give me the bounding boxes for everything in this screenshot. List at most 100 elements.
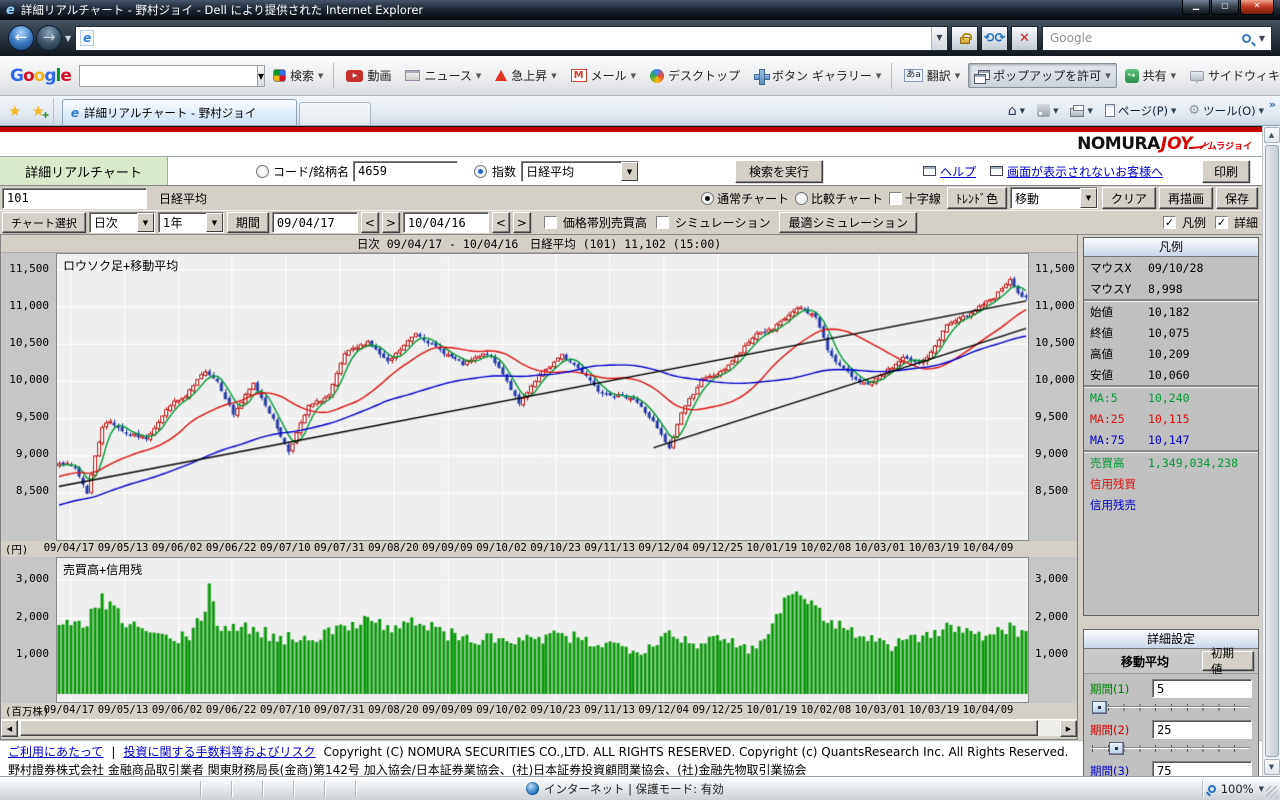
frequency-select[interactable]: 日次▼	[89, 212, 155, 233]
back-button[interactable]: ←	[8, 25, 34, 51]
date-from-input[interactable]: 09/04/17	[272, 212, 358, 233]
price-x-axis: (円) 09/04/1709/05/1309/06/0209/06/2209/0…	[1, 541, 1077, 557]
search-box[interactable]: Google ▼	[1042, 26, 1272, 51]
trend-color-button[interactable]: ﾄﾚﾝﾄﾞ色	[947, 187, 1007, 209]
crosshair-checkbox[interactable]	[889, 192, 902, 205]
chart-horizontal-scrollbar[interactable]: ◀ ▶	[1, 719, 1077, 736]
toolbar-search-input[interactable]	[79, 65, 257, 87]
print-button[interactable]: ▼	[1066, 102, 1096, 119]
price-volume-label: 価格帯別売買高	[563, 214, 647, 231]
recent-pages-dropdown[interactable]: ▼	[65, 34, 71, 43]
toolbar-overflow-chevron[interactable]: »	[1269, 98, 1276, 111]
legend-row: MA:510,240	[1084, 387, 1258, 408]
legend-checkbox[interactable]: ✓	[1163, 216, 1176, 229]
date-from-next-button[interactable]: >	[382, 212, 400, 233]
gtoolbar-button-gmail[interactable]: Mメール▼	[565, 63, 642, 88]
scroll-down-button[interactable]: ▼	[1264, 759, 1280, 775]
gtoolbar-button-share[interactable]: ↪共有▼	[1119, 63, 1182, 88]
compare-chart-radio[interactable]	[795, 192, 808, 205]
index-select[interactable]: 日経平均 ▼	[521, 161, 639, 182]
gtoolbar-button-sidewiki[interactable]: サイドウィキ▼	[1184, 63, 1280, 88]
index-radio[interactable]	[474, 165, 487, 178]
new-tab-button[interactable]	[299, 102, 371, 125]
code-field[interactable]: 101	[2, 188, 147, 209]
page-menu[interactable]: ページ(P)▼	[1101, 101, 1181, 121]
address-dropdown[interactable]: ▼	[931, 27, 947, 50]
price-volume-checkbox[interactable]	[544, 216, 557, 229]
gtoolbar-button-popup[interactable]: ポップアップを許可▼	[968, 63, 1116, 88]
param-slider[interactable]	[1092, 741, 1250, 756]
trend-select[interactable]: 移動 ▼	[1010, 187, 1098, 209]
slider-thumb[interactable]	[1092, 701, 1107, 714]
home-button[interactable]: ⌂▼	[1004, 101, 1029, 121]
favorites-star-icon[interactable]: ★	[8, 102, 21, 120]
ma-tab-label[interactable]: 移動平均	[1088, 653, 1202, 670]
feeds-button[interactable]: ▼	[1033, 102, 1062, 119]
param-input[interactable]: 25	[1152, 720, 1252, 739]
span-value: 1年	[159, 213, 206, 232]
detail-checkbox[interactable]: ✓	[1215, 216, 1228, 229]
redraw-button[interactable]: 再描画	[1159, 187, 1213, 209]
print-page-button[interactable]: 印刷	[1202, 160, 1250, 183]
chevron-down-icon: ▼	[137, 213, 154, 232]
forward-button[interactable]: →	[36, 25, 62, 51]
scrollbar-thumb[interactable]	[20, 720, 1038, 736]
risk-link[interactable]: 投資に関する手数料等およびリスク	[123, 743, 315, 760]
execute-search-button[interactable]: 検索を実行	[735, 160, 823, 183]
chart-select-button[interactable]: チャート選択	[2, 212, 86, 233]
page-vertical-scrollbar[interactable]: ▲ ▼	[1262, 126, 1280, 776]
param-input[interactable]: 5	[1152, 679, 1252, 698]
param-slider[interactable]	[1092, 700, 1250, 715]
scrollbar-thumb[interactable]	[1265, 145, 1279, 757]
date-from-prev-button[interactable]: <	[361, 212, 379, 233]
security-lock-button[interactable]	[951, 26, 978, 51]
chevron-down-icon: ▼	[206, 213, 223, 232]
close-button[interactable]: ✕	[1240, 0, 1274, 15]
date-to-next-button[interactable]: >	[513, 212, 531, 233]
index-radio-label: 指数	[492, 163, 516, 180]
display-issue-link[interactable]: 画面が表示されないお客様へ	[1007, 163, 1163, 180]
scroll-left-button[interactable]: ◀	[1, 720, 18, 737]
volume-chart[interactable]: 3,0002,0001,000 3,0002,0001,000 売買高+信用残	[1, 557, 1077, 703]
legend-value: 10,147	[1146, 433, 1190, 447]
optimal-simulation-button[interactable]: 最適シミュレーション	[779, 212, 917, 233]
gtoolbar-button-trending[interactable]: 急上昇▼	[489, 63, 562, 88]
search-dropdown[interactable]: ▼	[1259, 34, 1265, 43]
toolbar-search-dropdown[interactable]: ▼	[257, 65, 265, 87]
resize-grip[interactable]	[1266, 786, 1278, 798]
maximize-button[interactable]: ▢	[1211, 0, 1239, 15]
terms-link[interactable]: ご利用にあたって	[8, 743, 103, 760]
stop-button[interactable]: ✕	[1011, 26, 1038, 51]
save-button[interactable]: 保存	[1216, 187, 1258, 209]
gtoolbar-button-news[interactable]: ニュース▼	[399, 63, 487, 88]
price-chart[interactable]: 11,50011,00010,50010,0009,5009,0008,500 …	[1, 253, 1077, 541]
add-favorite-icon[interactable]: ★	[31, 102, 44, 120]
help-link[interactable]: ヘルプ	[940, 163, 976, 180]
minimize-button[interactable]: ▁	[1182, 0, 1210, 15]
address-field[interactable]: e ▼	[75, 26, 948, 51]
tools-menu[interactable]: ⚙ツール(O)▼	[1184, 101, 1268, 121]
toolbar-search-button[interactable]: 検索 ▼	[267, 63, 329, 88]
chevron-down-icon: ▼	[876, 72, 881, 80]
date-to-input[interactable]: 10/04/16	[403, 212, 489, 233]
param-input[interactable]: 75	[1152, 761, 1252, 776]
scroll-right-button[interactable]: ▶	[1060, 720, 1077, 737]
gtoolbar-button-youtube[interactable]: ▶動画	[340, 63, 397, 88]
tab-active[interactable]: e 詳細リアルチャート - 野村ジョイ	[62, 99, 297, 125]
printer-icon	[1070, 108, 1084, 117]
refresh-button[interactable]: ⟲⟳	[981, 26, 1008, 51]
search-icon[interactable]	[1242, 34, 1251, 43]
span-select[interactable]: 1年▼	[158, 212, 224, 233]
normal-chart-radio[interactable]	[701, 192, 714, 205]
gtoolbar-button-translate[interactable]: あa翻訳▼	[898, 63, 966, 88]
code-radio[interactable]	[256, 165, 269, 178]
scroll-up-button[interactable]: ▲	[1264, 127, 1280, 143]
code-input[interactable]: 4659	[353, 161, 458, 182]
simulation-checkbox[interactable]	[656, 216, 669, 229]
gtoolbar-button-plus[interactable]: ボタン ギャラリー▼	[748, 63, 887, 88]
slider-thumb[interactable]	[1109, 742, 1124, 755]
clear-button[interactable]: クリア	[1102, 187, 1156, 209]
date-to-prev-button[interactable]: <	[492, 212, 510, 233]
gtoolbar-button-desktop-swirl[interactable]: デスクトップ	[644, 63, 746, 88]
reset-defaults-button[interactable]: 初期値	[1202, 651, 1254, 671]
